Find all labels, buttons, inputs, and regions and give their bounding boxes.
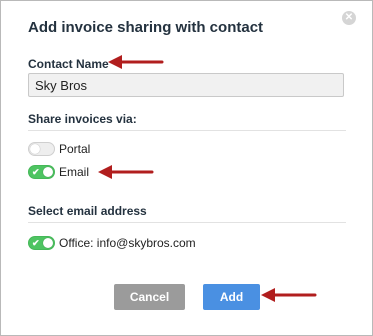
checkmark-icon: ✔ — [32, 167, 40, 177]
divider — [28, 222, 346, 223]
arrow-left-icon — [98, 165, 154, 179]
email-option-label: Email — [59, 165, 90, 179]
close-icon[interactable]: ✕ — [342, 11, 356, 25]
divider — [28, 130, 346, 131]
cancel-button[interactable]: Cancel — [114, 284, 185, 310]
checkmark-icon: ✔ — [32, 238, 40, 248]
toggle-knob — [30, 144, 40, 154]
office-email-label: Office: info@skybros.com — [59, 236, 196, 250]
arrow-left-icon — [108, 55, 164, 69]
share-invoice-dialog: Add invoice sharing with contact ✕ Conta… — [0, 0, 373, 336]
arrow-left-icon — [261, 288, 317, 302]
share-via-label: Share invoices via: — [28, 112, 137, 126]
office-email-toggle[interactable]: ✔ — [28, 236, 55, 250]
add-button[interactable]: Add — [203, 284, 260, 310]
dialog-title: Add invoice sharing with contact — [28, 19, 264, 36]
toggle-knob — [43, 167, 53, 177]
portal-toggle[interactable] — [28, 142, 55, 156]
select-email-label: Select email address — [28, 204, 147, 218]
contact-name-input[interactable] — [28, 73, 344, 97]
email-toggle[interactable]: ✔ — [28, 165, 55, 179]
contact-name-label: Contact Name — [28, 57, 109, 71]
toggle-knob — [43, 238, 53, 248]
portal-option-label: Portal — [59, 142, 91, 156]
